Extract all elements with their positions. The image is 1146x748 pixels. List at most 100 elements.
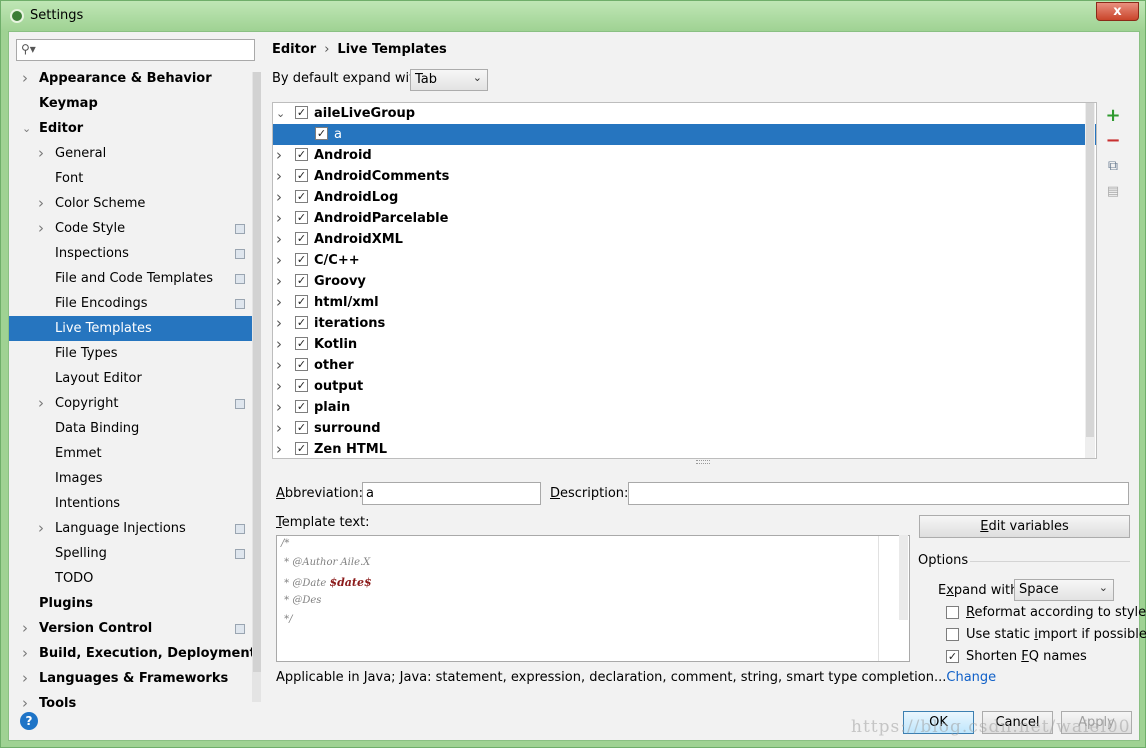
- chevron-down-icon[interactable]: ⌄: [22, 116, 31, 141]
- move-icon[interactable]: ▤: [1105, 184, 1121, 200]
- enable-checkbox[interactable]: ✓: [295, 190, 308, 203]
- sidebar-item[interactable]: › Languages & Frameworks: [9, 666, 261, 691]
- chevron-right-icon[interactable]: ›: [38, 191, 44, 216]
- change-context-link[interactable]: Change: [946, 670, 996, 685]
- sidebar-item[interactable]: Emmet: [9, 441, 261, 466]
- splitter-handle[interactable]: [696, 460, 710, 464]
- add-icon[interactable]: +: [1105, 107, 1121, 125]
- template-group-row[interactable]: › ✓ C/C++: [273, 250, 1096, 271]
- chevron-right-icon[interactable]: ›: [276, 166, 282, 187]
- template-group-row[interactable]: › ✓ Kotlin: [273, 334, 1096, 355]
- edit-variables-button[interactable]: Edit variables: [919, 515, 1130, 538]
- template-group-row[interactable]: › ✓ surround: [273, 418, 1096, 439]
- sidebar-item[interactable]: Data Binding: [9, 416, 261, 441]
- chevron-right-icon[interactable]: ›: [276, 334, 282, 355]
- enable-checkbox[interactable]: ✓: [295, 379, 308, 392]
- remove-icon[interactable]: −: [1105, 132, 1121, 150]
- template-group-row[interactable]: › ✓ output: [273, 376, 1096, 397]
- chevron-right-icon[interactable]: ›: [276, 250, 282, 271]
- chevron-right-icon[interactable]: ›: [276, 229, 282, 250]
- enable-checkbox[interactable]: ✓: [295, 316, 308, 329]
- chevron-right-icon[interactable]: ›: [22, 66, 28, 91]
- template-group-row[interactable]: › ✓ html/xml: [273, 292, 1096, 313]
- chevron-right-icon[interactable]: ›: [22, 666, 28, 691]
- copy-icon[interactable]: ⧉: [1105, 158, 1121, 174]
- enable-checkbox[interactable]: ✓: [295, 169, 308, 182]
- template-group-row[interactable]: › ✓ Groovy: [273, 271, 1096, 292]
- sidebar-item[interactable]: Layout Editor: [9, 366, 261, 391]
- template-text-editor[interactable]: /* * @Author Aile.X * @Date $date$ * @De…: [276, 535, 910, 662]
- option-checkbox[interactable]: [946, 628, 959, 641]
- option-checkbox[interactable]: ✓: [946, 650, 959, 663]
- sidebar-item[interactable]: Inspections: [9, 241, 261, 266]
- sidebar-item[interactable]: ⌄ Editor: [9, 116, 261, 141]
- sidebar-item[interactable]: Live Templates: [9, 316, 261, 341]
- template-group-row[interactable]: › ✓ AndroidXML: [273, 229, 1096, 250]
- template-group-row[interactable]: › ✓ Zen HTML: [273, 439, 1096, 458]
- sidebar-item[interactable]: › Build, Execution, Deployment: [9, 641, 261, 666]
- chevron-right-icon[interactable]: ›: [276, 376, 282, 397]
- enable-checkbox[interactable]: ✓: [295, 232, 308, 245]
- list-scrollbar-thumb[interactable]: [1086, 103, 1094, 437]
- search-field[interactable]: ⚲▾: [16, 39, 255, 61]
- enable-checkbox[interactable]: ✓: [295, 274, 308, 287]
- enable-checkbox[interactable]: ✓: [295, 442, 308, 455]
- template-group-row[interactable]: › ✓ other: [273, 355, 1096, 376]
- enable-checkbox[interactable]: ✓: [295, 106, 308, 119]
- enable-checkbox[interactable]: ✓: [295, 337, 308, 350]
- chevron-down-icon[interactable]: ⌄: [276, 103, 285, 124]
- chevron-right-icon[interactable]: ›: [22, 616, 28, 641]
- chevron-right-icon[interactable]: ›: [38, 516, 44, 541]
- chevron-right-icon[interactable]: ›: [276, 397, 282, 418]
- enable-checkbox[interactable]: ✓: [295, 358, 308, 371]
- chevron-right-icon[interactable]: ›: [276, 145, 282, 166]
- sidebar-item[interactable]: Keymap: [9, 91, 261, 116]
- sidebar-item[interactable]: › Color Scheme: [9, 191, 261, 216]
- sidebar-item[interactable]: File Types: [9, 341, 261, 366]
- enable-checkbox[interactable]: ✓: [295, 148, 308, 161]
- chevron-right-icon[interactable]: ›: [276, 292, 282, 313]
- template-group-row[interactable]: › ✓ plain: [273, 397, 1096, 418]
- sidebar-item[interactable]: File Encodings: [9, 291, 261, 316]
- sidebar-scrollbar-thumb[interactable]: [253, 72, 261, 672]
- sidebar-item[interactable]: Plugins: [9, 591, 261, 616]
- chevron-right-icon[interactable]: ›: [276, 208, 282, 229]
- abbreviation-input[interactable]: a: [362, 482, 541, 505]
- template-group-row[interactable]: › ✓ AndroidParcelable: [273, 208, 1096, 229]
- sidebar-item[interactable]: › Language Injections: [9, 516, 261, 541]
- template-group-row[interactable]: › ✓ AndroidLog: [273, 187, 1096, 208]
- enable-checkbox[interactable]: ✓: [295, 295, 308, 308]
- enable-checkbox[interactable]: ✓: [315, 127, 328, 140]
- template-group-row[interactable]: › ✓ AndroidComments: [273, 166, 1096, 187]
- chevron-right-icon[interactable]: ›: [22, 641, 28, 666]
- help-icon[interactable]: ?: [20, 712, 38, 730]
- chevron-right-icon[interactable]: ›: [276, 271, 282, 292]
- chevron-right-icon[interactable]: ›: [38, 216, 44, 241]
- chevron-right-icon[interactable]: ›: [276, 313, 282, 334]
- sidebar-item[interactable]: File and Code Templates: [9, 266, 261, 291]
- sidebar-item[interactable]: TODO: [9, 566, 261, 591]
- sidebar-item[interactable]: Intentions: [9, 491, 261, 516]
- sidebar-item[interactable]: › Code Style: [9, 216, 261, 241]
- enable-checkbox[interactable]: ✓: [295, 253, 308, 266]
- sidebar-item[interactable]: › Copyright: [9, 391, 261, 416]
- sidebar-item[interactable]: Images: [9, 466, 261, 491]
- template-item[interactable]: ✓ a: [273, 124, 1096, 145]
- sidebar-item[interactable]: › General: [9, 141, 261, 166]
- sidebar-item[interactable]: › Appearance & Behavior: [9, 66, 261, 91]
- sidebar-item[interactable]: › Version Control: [9, 616, 261, 641]
- editor-scrollbar[interactable]: [899, 535, 908, 620]
- enable-checkbox[interactable]: ✓: [295, 400, 308, 413]
- chevron-right-icon[interactable]: ›: [276, 355, 282, 376]
- sidebar-item[interactable]: Font: [9, 166, 261, 191]
- enable-checkbox[interactable]: ✓: [295, 211, 308, 224]
- option-checkbox[interactable]: [946, 606, 959, 619]
- template-group-row[interactable]: › ✓ Android: [273, 145, 1096, 166]
- chevron-right-icon[interactable]: ›: [276, 187, 282, 208]
- template-group-row[interactable]: › ✓ iterations: [273, 313, 1096, 334]
- description-input[interactable]: [628, 482, 1129, 505]
- chevron-right-icon[interactable]: ›: [276, 418, 282, 439]
- chevron-right-icon[interactable]: ›: [276, 439, 282, 458]
- chevron-right-icon[interactable]: ›: [38, 141, 44, 166]
- expand-with-select[interactable]: Space ⌄: [1014, 579, 1114, 601]
